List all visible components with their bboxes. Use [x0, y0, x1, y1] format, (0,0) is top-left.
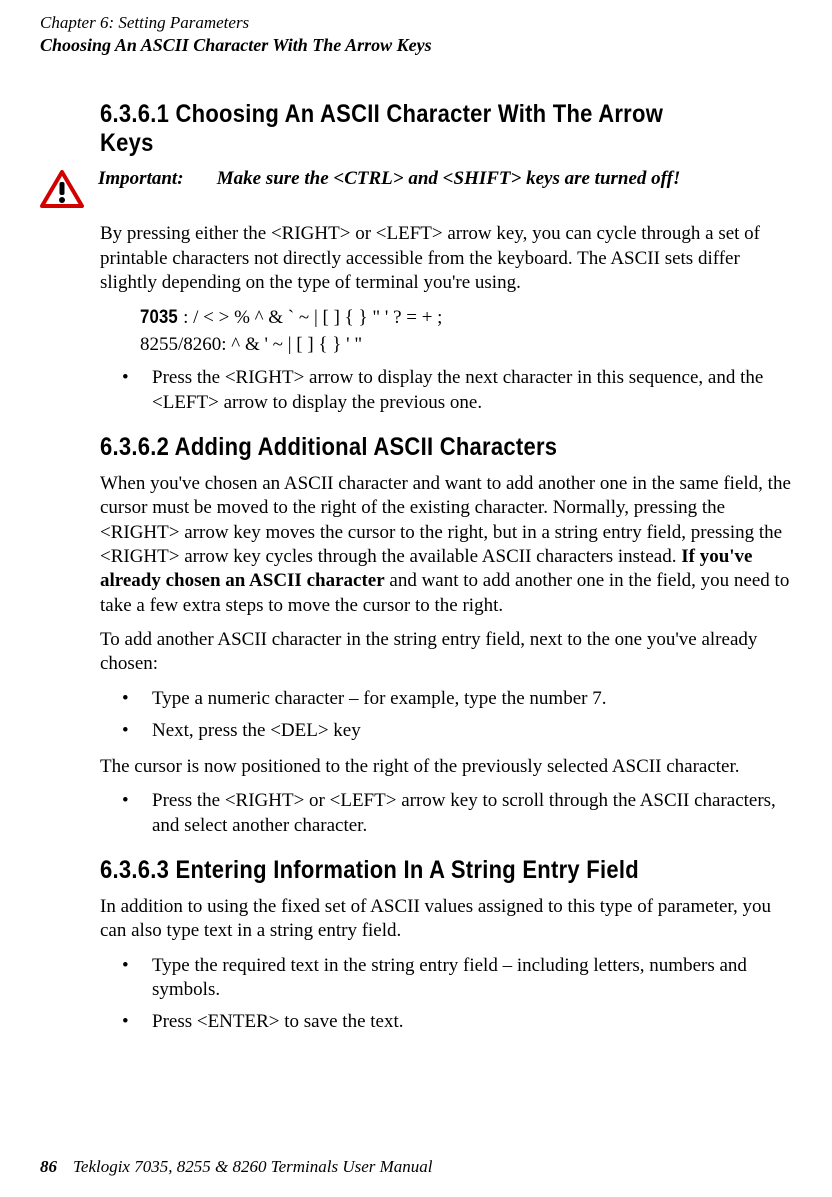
ascii-7035-line: 7035: / < > % ^ & ` ~ | [ ] { } " ' ? = … — [140, 305, 792, 332]
manual-title: Teklogix 7035, 8255 & 8260 Terminals Use… — [73, 1157, 433, 1176]
s2-bullet-2: Next, press the <DEL> key — [100, 719, 792, 743]
s2-bullet-3: Press the <RIGHT> or <LEFT> arrow key to… — [100, 789, 792, 838]
s2-para2: To add another ASCII character in the st… — [100, 628, 792, 677]
heading-6-3-6-3: 6.3.6.3 Entering Information In A String… — [100, 856, 709, 885]
important-body: Make sure the <CTRL> and <SHIFT> keys ar… — [217, 168, 681, 189]
s1-bullet-1: Press the <RIGHT> arrow to display the n… — [100, 366, 792, 415]
ascii-7035-lead: 7035 — [140, 305, 178, 332]
heading-6-3-6-1: 6.3.6.1 Choosing An ASCII Character With… — [100, 100, 709, 158]
important-text: Important: Make sure the <CTRL> and <SHI… — [98, 168, 680, 190]
important-note: Important: Make sure the <CTRL> and <SHI… — [40, 168, 792, 208]
content-area: 6.3.6.1 Choosing An ASCII Character With… — [100, 100, 792, 1034]
heading-6-3-6-2: 6.3.6.2 Adding Additional ASCII Characte… — [100, 433, 709, 462]
s3-bullet-2: Press <ENTER> to save the text. — [100, 1010, 792, 1034]
header-subtitle: Choosing An ASCII Character With The Arr… — [40, 35, 792, 56]
s2-para1: When you've chosen an ASCII character an… — [100, 472, 792, 618]
important-label: Important: — [98, 168, 212, 190]
s3-bullet-1: Type the required text in the string ent… — [100, 954, 792, 1003]
page-container: Chapter 6: Setting Parameters Choosing A… — [0, 0, 832, 1197]
page-footer: 86 Teklogix 7035, 8255 & 8260 Terminals U… — [40, 1157, 433, 1177]
ascii-7035-chars: : / < > % ^ & ` ~ | [ ] { } " ' ? = + ; — [183, 307, 442, 328]
s2-para3: The cursor is now positioned to the righ… — [100, 755, 792, 779]
s2-bullet-1: Type a numeric character – for example, … — [100, 687, 792, 711]
s3-bullets: Type the required text in the string ent… — [100, 954, 792, 1035]
s1-bullets: Press the <RIGHT> arrow to display the n… — [100, 366, 792, 415]
ascii-8255-line: 8255/8260: ^ & ' ~ | [ ] { } ' " — [140, 332, 792, 359]
warning-icon — [40, 170, 84, 208]
ascii-block: 7035: / < > % ^ & ` ~ | [ ] { } " ' ? = … — [140, 305, 792, 358]
s2-bullets-a: Type a numeric character – for example, … — [100, 687, 792, 744]
header-chapter: Chapter 6: Setting Parameters — [40, 12, 792, 33]
s1-para1: By pressing either the <RIGHT> or <LEFT>… — [100, 222, 792, 295]
page-number: 86 — [40, 1157, 57, 1176]
s2-bullets-b: Press the <RIGHT> or <LEFT> arrow key to… — [100, 789, 792, 838]
s3-para1: In addition to using the fixed set of AS… — [100, 895, 792, 944]
